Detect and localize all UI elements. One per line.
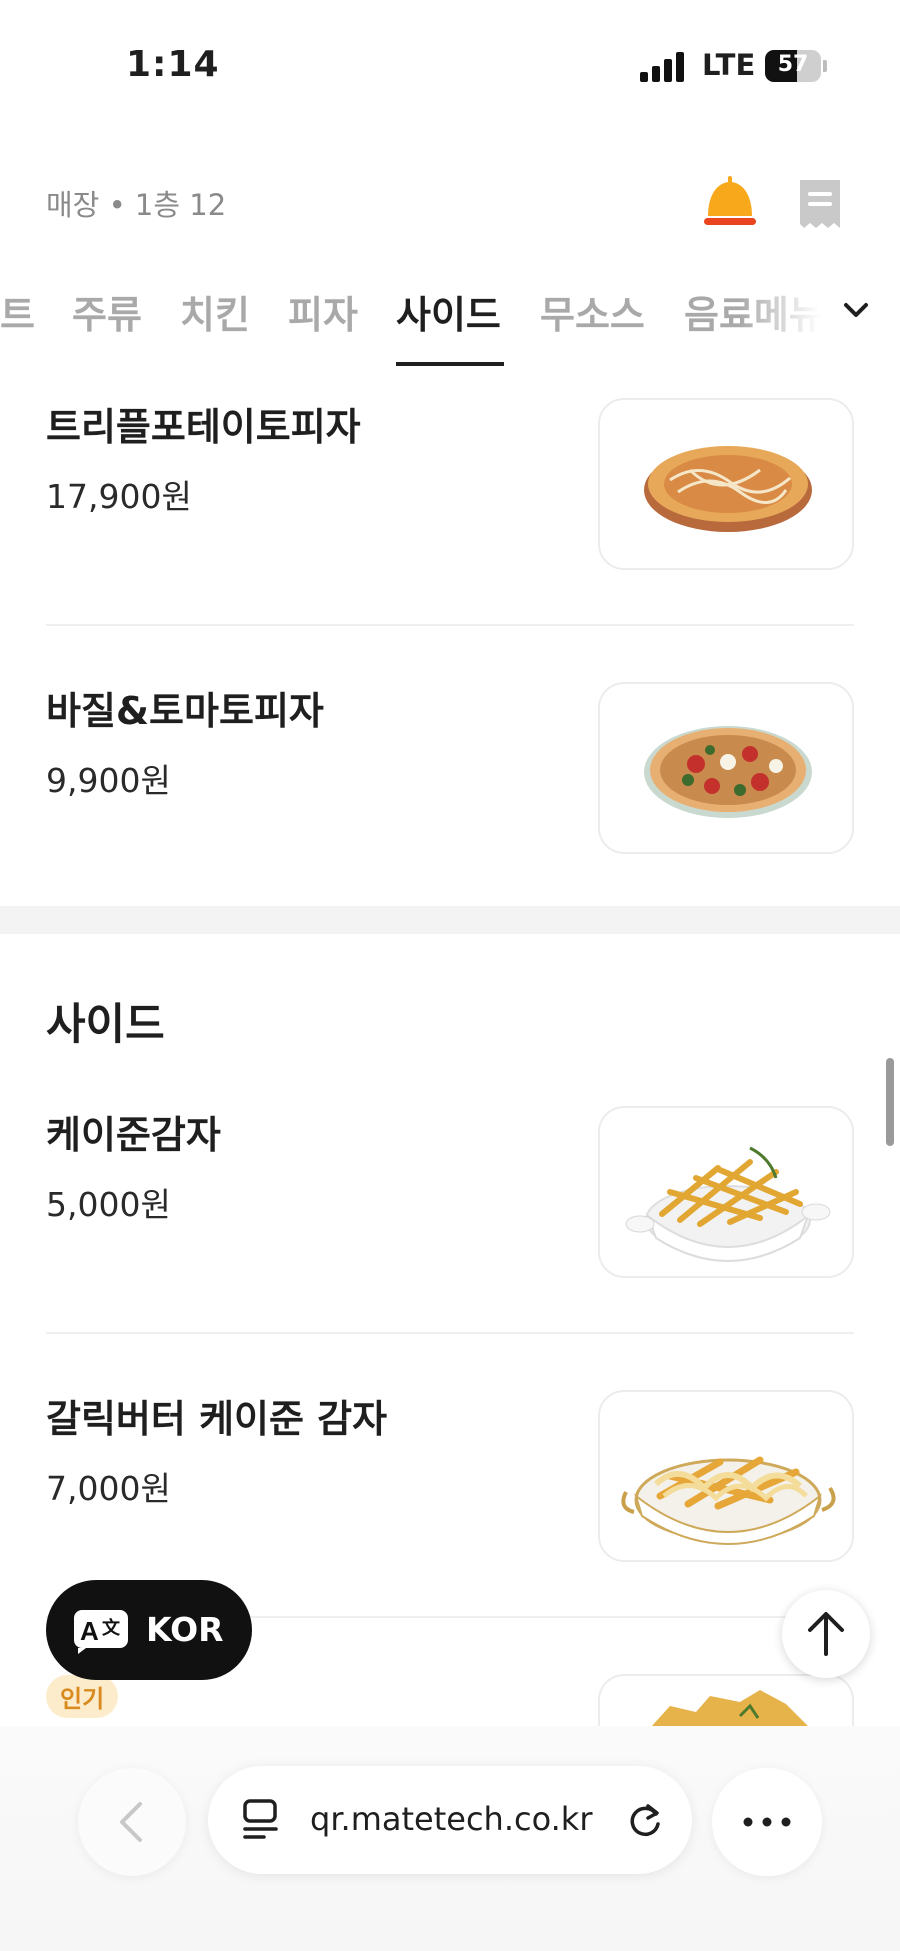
menu-item-name: 케이준감자: [46, 1113, 221, 1157]
language-label: KOR: [146, 1610, 224, 1649]
pizza-image: [644, 446, 812, 532]
active-tab-indicator: [396, 362, 504, 366]
battery-level: 57: [777, 52, 809, 77]
url-text: qr.matetech.co.kr: [310, 1800, 593, 1838]
arrow-up-icon: [808, 1612, 844, 1656]
potato-image: [651, 1690, 808, 1726]
translate-icon: A 文: [74, 1610, 128, 1654]
menu-item-price: 17,900원: [46, 477, 192, 516]
battery-icon: 57: [765, 50, 827, 82]
more-icon: [743, 1817, 791, 1827]
status-bar: 1:14 LTE 57: [0, 0, 900, 130]
menu-item-image[interactable]: [598, 1674, 854, 1726]
reader-icon: [243, 1799, 278, 1839]
tab-liquor[interactable]: 주류: [72, 284, 142, 339]
tab-partial[interactable]: 트: [0, 284, 35, 339]
svg-text:文: 文: [102, 1617, 121, 1639]
store-table-info: 매장 • 1층 12: [46, 188, 227, 222]
language-button[interactable]: A 文 KOR: [46, 1580, 252, 1680]
chevron-down-icon: [844, 303, 868, 317]
order-history-button[interactable]: [796, 178, 844, 230]
pizza-image: [644, 726, 812, 818]
tab-chicken[interactable]: 치킨: [180, 284, 250, 339]
expand-categories-button[interactable]: [836, 290, 876, 330]
status-time: 1:14: [126, 44, 220, 85]
fries-image: [625, 1146, 831, 1262]
tab-pizza[interactable]: 피자: [288, 284, 358, 339]
call-staff-button[interactable]: [700, 172, 760, 232]
receipt-icon: [800, 180, 840, 228]
item-divider: [46, 624, 854, 626]
address-bar[interactable]: qr.matetech.co.kr: [208, 1766, 692, 1874]
menu-item-image[interactable]: [598, 682, 854, 854]
menu-item-name: 갈릭버터 케이준 감자: [46, 1397, 388, 1441]
popular-badge: 인기: [46, 1675, 119, 1718]
reload-icon[interactable]: [624, 1798, 666, 1840]
garlic-fries-image: [621, 1456, 836, 1545]
section-separator: [0, 906, 900, 934]
category-tabs: 트 주류 치킨 피자 사이드 무소스 음료메뉴: [0, 270, 900, 370]
network-type: LTE: [702, 48, 756, 82]
scroll-to-top-button[interactable]: [782, 1590, 870, 1678]
menu-item-image[interactable]: [598, 398, 854, 570]
tab-no-sauce[interactable]: 무소스: [540, 284, 645, 339]
item-divider: [46, 1332, 854, 1334]
scrollbar[interactable]: [886, 1058, 894, 1146]
bell-icon: [704, 176, 756, 225]
menu-item-price: 7,000원: [46, 1469, 171, 1508]
more-options-button[interactable]: [712, 1768, 822, 1876]
svg-text:A: A: [80, 1616, 99, 1646]
chevron-left-icon: [120, 1802, 142, 1842]
menu-item-price: 5,000원: [46, 1185, 171, 1224]
menu-item-image[interactable]: [598, 1390, 854, 1562]
signal-icon: [640, 52, 686, 82]
menu-item-name: 바질&토마토피자: [46, 689, 324, 733]
menu-item-price: 9,900원: [46, 761, 171, 800]
browser-back-button[interactable]: [78, 1768, 186, 1876]
menu-item-image[interactable]: [598, 1106, 854, 1278]
menu-item-name: 트리플포테이토피자: [46, 405, 361, 449]
section-title: 사이드: [46, 1000, 165, 1050]
tab-side[interactable]: 사이드: [396, 284, 501, 339]
